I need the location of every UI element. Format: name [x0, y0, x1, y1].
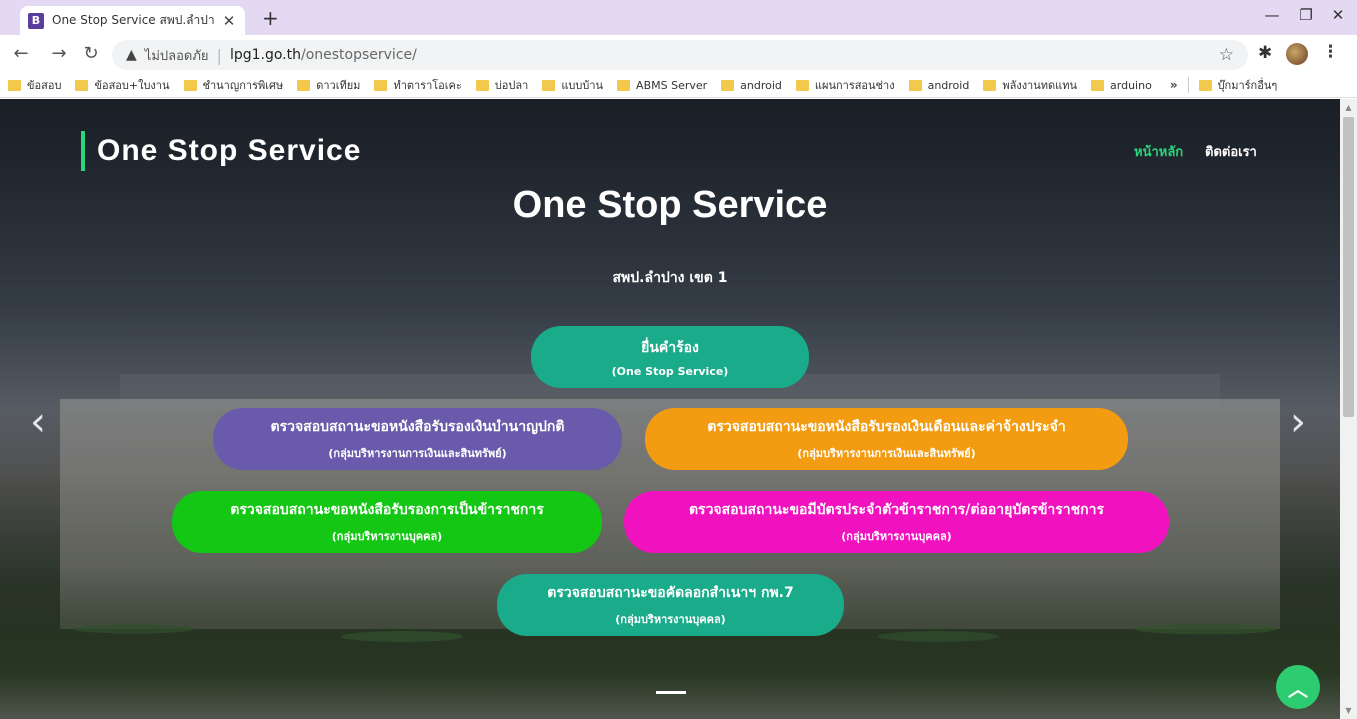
url-path: /onestopservice/	[300, 47, 417, 63]
bookmark-star-icon[interactable]: ☆	[1219, 45, 1234, 65]
address-bar[interactable]: ▲ ไม่ปลอดภัย | lpg1.go.th /onestopservic…	[112, 40, 1248, 70]
gp7-copy-button[interactable]: ตรวจสอบสถานะขอคัดลอกสำเนาฯ กพ.7 (กลุ่มบร…	[497, 574, 844, 636]
scroll-down-icon[interactable]: ▼	[1340, 706, 1357, 715]
site-logo[interactable]: One Stop Service	[81, 131, 361, 171]
bookmarks-more-icon[interactable]: »	[1170, 78, 1178, 92]
hero-section: One Stop Service หน้าหลัก ติดต่อเรา One …	[0, 99, 1340, 719]
official-id-card-button[interactable]: ตรวจสอบสถานะขอมีบัตรประจำตัวข้าราชการ/ต่…	[624, 491, 1169, 553]
other-bookmarks[interactable]: บุ๊กมาร์กอื่นๆ	[1198, 76, 1277, 94]
site-favicon-icon: B	[28, 12, 44, 29]
folder-icon	[297, 79, 311, 91]
security-label[interactable]: ไม่ปลอดภัย	[145, 45, 209, 66]
forward-icon[interactable]: →	[48, 43, 70, 64]
tab-strip: B One Stop Service สพป.ลำปาง เขต 1 ✕ + —…	[0, 0, 1357, 35]
back-icon[interactable]: ←	[10, 43, 32, 64]
browser-tab[interactable]: B One Stop Service สพป.ลำปาง เขต 1 ✕	[20, 6, 245, 35]
folder-icon	[374, 79, 388, 91]
bookmark-item[interactable]: ABMS Server	[617, 79, 707, 92]
url-host: lpg1.go.th	[229, 47, 301, 63]
not-secure-warning-icon[interactable]: ▲	[126, 47, 137, 63]
folder-icon	[617, 79, 631, 91]
close-window-icon[interactable]: ✕	[1328, 6, 1348, 24]
restore-icon[interactable]: ❐	[1296, 6, 1316, 24]
scroll-thumb[interactable]	[1343, 117, 1354, 417]
pension-certificate-button[interactable]: ตรวจสอบสถานะขอหนังสือรับรองเงินบำนาญปกติ…	[213, 408, 622, 470]
page-scrollbar[interactable]: ▲ ▼	[1340, 99, 1357, 719]
folder-icon	[795, 79, 809, 91]
close-tab-icon[interactable]: ✕	[221, 12, 237, 30]
bookmark-item[interactable]: พลังงานทดแทน	[983, 76, 1077, 94]
bookmarks-bar: ข้อสอบ ข้อสอบ+ใบงาน ชำนาญการพิเศษ ดาวเที…	[0, 73, 1357, 98]
folder-icon	[908, 79, 922, 91]
hero-title: One Stop Service	[512, 184, 828, 226]
folder-icon	[721, 79, 735, 91]
extensions-puzzle-icon[interactable]: ✱	[1258, 43, 1272, 63]
profile-avatar[interactable]	[1286, 43, 1308, 65]
folder-icon	[475, 79, 489, 91]
address-separator: |	[216, 45, 222, 65]
bookmark-item[interactable]: ชำนาญการพิเศษ	[183, 76, 283, 94]
bookmark-item[interactable]: android	[721, 79, 782, 92]
folder-icon	[1198, 79, 1212, 91]
bookmark-item[interactable]: ข้อสอบ	[8, 76, 61, 94]
reload-icon[interactable]: ↻	[80, 43, 102, 64]
minimize-icon[interactable]: —	[1262, 6, 1282, 24]
carousel-next-icon[interactable]: ›	[1290, 399, 1306, 445]
folder-icon	[983, 79, 997, 91]
bookmark-item[interactable]: แบบบ้าน	[542, 76, 603, 94]
civil-servant-certificate-button[interactable]: ตรวจสอบสถานะขอหนังสือรับรองการเป็นข้าราช…	[172, 491, 602, 553]
submit-request-button[interactable]: ยื่นคำร้อง (One Stop Service)	[531, 326, 809, 388]
folder-icon	[183, 79, 197, 91]
bookmark-item[interactable]: แผนการสอนช่าง	[795, 76, 895, 94]
hero-subtitle: สพป.ลำปาง เขต 1	[612, 270, 728, 286]
folder-icon	[1091, 79, 1105, 91]
folder-icon	[542, 79, 556, 91]
bookmark-item[interactable]: ดาวเทียม	[297, 76, 360, 94]
nav-contact-link[interactable]: ติดต่อเรา	[1205, 141, 1257, 162]
folder-icon	[75, 79, 89, 91]
tab-title: One Stop Service สพป.ลำปาง เขต 1	[52, 13, 215, 27]
bookmarks-divider	[1187, 77, 1189, 93]
salary-certificate-button[interactable]: ตรวจสอบสถานะขอหนังสือรับรองเงินเดือนและค…	[645, 408, 1128, 470]
bookmark-item[interactable]: ข้อสอบ+ใบงาน	[75, 76, 170, 94]
bookmark-item[interactable]: ทำตาราโอเคะ	[374, 76, 462, 94]
bookmark-item[interactable]: arduino	[1091, 79, 1152, 92]
bookmark-item[interactable]: android	[908, 79, 969, 92]
scroll-to-top-button[interactable]: ︿	[1276, 665, 1320, 709]
bookmark-item[interactable]: บ่อปลา	[475, 76, 528, 94]
carousel-prev-icon[interactable]: ‹	[30, 399, 46, 445]
nav-home-link[interactable]: หน้าหลัก	[1134, 141, 1183, 162]
folder-icon	[8, 79, 21, 91]
chevron-up-icon: ︿	[1288, 676, 1308, 701]
browser-menu-icon[interactable]: ⋮	[1322, 42, 1339, 62]
scroll-up-icon[interactable]: ▲	[1340, 103, 1357, 112]
new-tab-icon[interactable]: +	[262, 6, 279, 30]
carousel-indicator[interactable]	[656, 691, 686, 694]
